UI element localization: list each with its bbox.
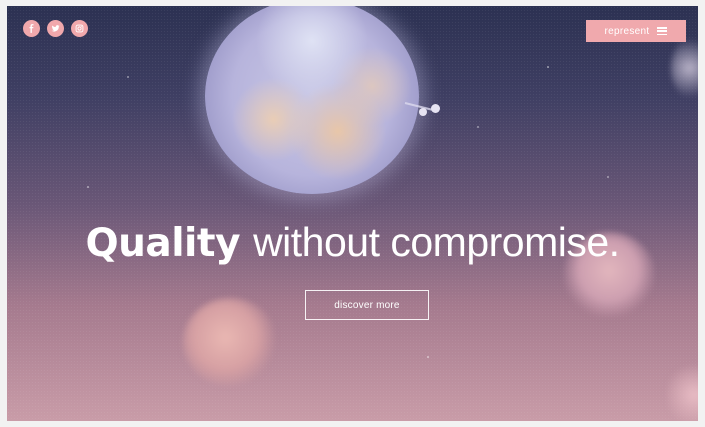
menu-button[interactable]: represent — [586, 20, 686, 42]
hamburger-icon — [657, 27, 668, 35]
jellyfish-image — [205, 6, 419, 194]
background-speck — [547, 66, 549, 68]
menu-button-label: represent — [604, 25, 650, 37]
background-speck — [127, 76, 129, 78]
jellyfish-blurred-edge — [667, 360, 698, 421]
twitter-icon[interactable] — [47, 20, 64, 37]
headline-strong: Quality — [85, 221, 240, 266]
instagram-icon[interactable] — [71, 20, 88, 37]
background-speck — [607, 176, 609, 178]
jellyfish-tentacle-tip — [419, 108, 427, 116]
jellyfish-tentacle-tip — [431, 104, 440, 113]
hero-headline: Quality without compromise. — [7, 219, 698, 266]
background-speck — [477, 126, 479, 128]
headline-rest: without compromise. — [253, 219, 620, 265]
background-speck — [427, 356, 429, 358]
jellyfish-blurred-left — [183, 298, 277, 386]
jellyfish-blurred-edge — [671, 36, 698, 100]
background-speck — [87, 186, 89, 188]
discover-more-button[interactable]: discover more — [305, 290, 429, 320]
facebook-icon[interactable] — [23, 20, 40, 37]
social-links — [23, 20, 88, 37]
hero-section: represent Quality without compromise. di… — [7, 6, 698, 421]
